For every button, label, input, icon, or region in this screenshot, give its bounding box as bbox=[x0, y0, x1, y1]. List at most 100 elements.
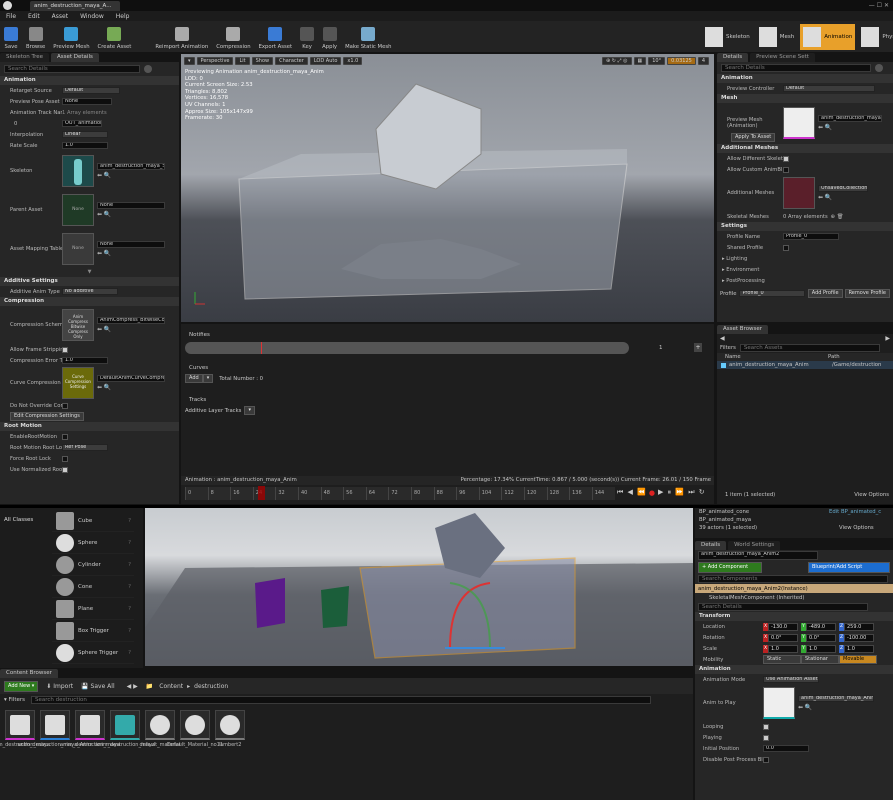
rotation-y[interactable]: Y 0.0° bbox=[801, 633, 836, 642]
details-search-input[interactable]: Search Details bbox=[698, 603, 868, 611]
place-item-cylinder[interactable]: Cylinder? bbox=[52, 554, 134, 576]
mode-mesh[interactable]: Mesh bbox=[756, 24, 797, 50]
browse-arrow-icon[interactable]: ⬅ 🔍 bbox=[818, 124, 882, 131]
help-icon[interactable]: ? bbox=[128, 584, 131, 590]
window-controls[interactable]: — ☐ ✕ bbox=[869, 2, 889, 9]
location-z[interactable]: Z 259.0 bbox=[839, 622, 874, 631]
content-search-input[interactable]: Search destruction bbox=[31, 696, 652, 704]
help-icon[interactable]: ? bbox=[128, 650, 131, 656]
anim-thumbnail[interactable] bbox=[763, 687, 795, 719]
value[interactable]: -100.00 bbox=[844, 633, 874, 642]
allow-strip-checkbox[interactable] bbox=[62, 346, 68, 353]
scrubber-playhead[interactable] bbox=[258, 486, 265, 500]
scale-y[interactable]: Y 1.0 bbox=[801, 644, 836, 653]
value[interactable]: -489.0 bbox=[806, 622, 836, 631]
rotation-x[interactable]: X 0.0° bbox=[763, 633, 798, 642]
toolbar-button-browse[interactable]: Browse bbox=[22, 16, 49, 50]
anim-viewport[interactable]: ▾ Perspective Lit Show Character LOD Aut… bbox=[181, 54, 714, 322]
filters-button[interactable]: ▾ Filters bbox=[4, 697, 25, 703]
toolbar-button-compression[interactable]: Compression bbox=[212, 16, 254, 50]
view-options-button[interactable]: View Options bbox=[854, 492, 889, 498]
place-item-cone[interactable]: Cone? bbox=[52, 576, 134, 598]
place-item-sphere[interactable]: Sphere? bbox=[52, 532, 134, 554]
add-track-button[interactable]: + bbox=[694, 343, 702, 352]
toolbar-button-key[interactable]: Key bbox=[296, 16, 318, 50]
path-content[interactable]: Content bbox=[159, 683, 183, 690]
add-component-button[interactable]: + Add Component bbox=[698, 562, 762, 573]
remove-profile-button[interactable]: Remove Profile bbox=[844, 289, 890, 298]
anim-mode-dropdown[interactable]: Use Animation Asset bbox=[763, 676, 819, 683]
nav-arrows-icon[interactable]: ◀ ▶ bbox=[127, 683, 138, 690]
edit-blueprint-link[interactable]: Edit BP_animated_c bbox=[829, 509, 881, 515]
add-new-button[interactable]: Add New ▾ bbox=[4, 680, 39, 692]
browse-arrow-icon[interactable]: ⬅ 🔍 bbox=[97, 211, 165, 218]
timeline-scrubber[interactable]: 0816243240485664728088961041121201281361… bbox=[185, 487, 615, 500]
right-search-input[interactable]: Search Details bbox=[721, 64, 871, 72]
help-icon[interactable]: ? bbox=[128, 540, 131, 546]
asset-tile[interactable]: lambert2 bbox=[214, 710, 246, 748]
scheme-field[interactable]: AnimCompress_BitwiseCo bbox=[97, 317, 165, 324]
mobility-movable[interactable]: Movable bbox=[839, 655, 877, 664]
curve-thumbnail[interactable]: Curve Compression Settings bbox=[62, 367, 94, 399]
allow-custom-checkbox[interactable] bbox=[783, 166, 789, 173]
section-animation[interactable]: Animation bbox=[0, 76, 179, 85]
value[interactable]: 0.0° bbox=[806, 633, 836, 642]
toolbar-button-export-asset[interactable]: Export Asset bbox=[255, 16, 297, 50]
value[interactable]: 0.0° bbox=[768, 633, 798, 642]
interpolation-dropdown[interactable]: Linear bbox=[62, 131, 108, 138]
browse-arrow-icon[interactable]: ⬅ 🔍 bbox=[97, 326, 165, 333]
additive-type-dropdown[interactable]: No additive bbox=[62, 288, 118, 295]
level-viewport[interactable] bbox=[145, 508, 693, 666]
help-icon[interactable]: ? bbox=[128, 562, 131, 568]
add-curve-button[interactable]: Add bbox=[185, 374, 203, 383]
add-remove-icons[interactable]: ⊕ 🗑 bbox=[831, 214, 844, 220]
parent-thumbnail[interactable]: None bbox=[62, 194, 94, 226]
disable-pp-checkbox[interactable] bbox=[763, 756, 769, 763]
no-override-checkbox[interactable] bbox=[62, 402, 68, 409]
asset-tile[interactable]: Default_Material_no11 bbox=[167, 710, 223, 748]
import-button[interactable]: ⬇ Import bbox=[46, 683, 73, 690]
component-search-input[interactable]: Search Components bbox=[698, 575, 888, 583]
anim-to-play-dropdown[interactable]: anim_destruction_maya_Anim bbox=[798, 695, 874, 702]
skeleton-field[interactable]: anim_destruction_maya_Sk bbox=[97, 163, 165, 170]
toolbar-button-create-asset[interactable]: Create Asset bbox=[94, 16, 136, 50]
transport-controls[interactable]: ⏮ ◀ ⏪ ● ▶ ⏸ ⏩ ⏭ ↻ bbox=[617, 488, 706, 497]
place-item-box-trigger[interactable]: Box Trigger? bbox=[52, 620, 134, 642]
help-icon[interactable]: ? bbox=[128, 518, 131, 524]
eye-icon[interactable] bbox=[875, 64, 883, 72]
asset-tile[interactable]: anim_destruction_maya bbox=[95, 710, 155, 748]
eye-icon[interactable] bbox=[144, 65, 152, 73]
parent-field[interactable]: None bbox=[97, 202, 165, 209]
scale-z[interactable]: Z 1.0 bbox=[839, 644, 874, 653]
details-search-input[interactable]: Search Details bbox=[4, 65, 140, 73]
toolbar-button-preview-mesh[interactable]: Preview Mesh bbox=[49, 16, 93, 50]
curve-field[interactable]: DefaultAnimCurveCompre bbox=[97, 375, 165, 382]
section-root-motion[interactable]: Root Motion bbox=[0, 422, 179, 431]
category-all-classes[interactable]: All Classes bbox=[4, 517, 33, 523]
mode-animation[interactable]: Animation bbox=[800, 24, 856, 50]
preview-mesh-thumbnail[interactable] bbox=[783, 107, 815, 139]
browse-arrow-icon[interactable]: ⬅ 🔍 bbox=[97, 384, 165, 391]
section-additional-meshes[interactable]: Additional Meshes bbox=[717, 144, 893, 153]
section-animation[interactable]: Animation bbox=[695, 665, 893, 674]
section-compression[interactable]: Compression bbox=[0, 297, 179, 306]
filters-button[interactable]: Filters bbox=[720, 345, 736, 351]
tab-preview-scene[interactable]: Preview Scene Sett bbox=[750, 53, 815, 62]
save-all-button[interactable]: 💾 Save All bbox=[81, 683, 114, 690]
blueprint-button[interactable]: Blueprint/Add Script bbox=[808, 562, 890, 573]
document-tab[interactable]: anim_destruction_maya_A... bbox=[30, 1, 120, 11]
track-name-field[interactable]: OUT_animation bbox=[62, 120, 102, 127]
additive-tracks-dropdown-icon[interactable]: ▾ bbox=[244, 406, 255, 415]
toolbar-button-reimport-animation[interactable]: Reimport Animation bbox=[151, 16, 212, 50]
value[interactable]: -130.0 bbox=[768, 622, 798, 631]
looping-checkbox[interactable] bbox=[763, 723, 769, 730]
shared-profile-checkbox[interactable] bbox=[783, 244, 789, 251]
preview-mesh-field[interactable]: anim_destruction_maya bbox=[818, 115, 882, 122]
expand-arrow-icon[interactable]: ▼ bbox=[0, 269, 179, 277]
record-icon[interactable]: ● bbox=[649, 489, 656, 497]
tab-skeleton-tree[interactable]: Skeleton Tree bbox=[0, 53, 49, 62]
initial-position-field[interactable]: 0.0 bbox=[763, 745, 809, 752]
actor-name-field[interactable]: anim_destruction_maya_Anim2 bbox=[698, 551, 818, 560]
tab-world-settings[interactable]: World Settings bbox=[728, 541, 781, 550]
mobility-static[interactable]: Static bbox=[763, 655, 801, 664]
